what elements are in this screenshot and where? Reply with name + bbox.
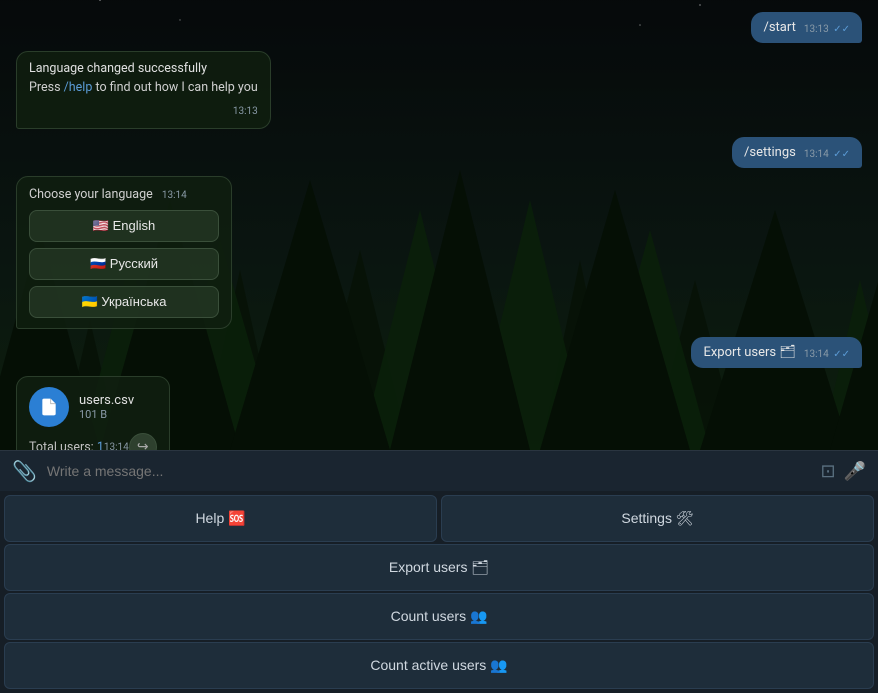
keyboard-area: Help 🆘 Settings 🛠 Export users 🗂 Count u… bbox=[0, 491, 878, 693]
kb-row-1: Help 🆘 Settings 🛠 bbox=[4, 495, 874, 542]
lang-selector-row: Choose your language 13:14 🇺🇸 English 🇷🇺… bbox=[16, 176, 862, 329]
lang-changed-row: Language changed successfully Press /hel… bbox=[16, 51, 862, 129]
file-name: users.csv bbox=[79, 393, 134, 408]
start-text: /start bbox=[763, 20, 795, 35]
export-bubble: Export users 🗂 13:14 ✓✓ bbox=[691, 337, 862, 368]
sticker-icon[interactable]: ⊡ bbox=[820, 461, 835, 482]
lang-changed-time: 13:13 bbox=[233, 106, 258, 117]
lang-selector-time: 13:14 bbox=[162, 190, 187, 201]
input-right-buttons: ⊡ 🎤 bbox=[820, 461, 866, 482]
start-message-row: /start 13:13 ✓✓ bbox=[16, 12, 862, 43]
export-users-button[interactable]: Export users 🗂 bbox=[4, 544, 874, 591]
settings-ticks: ✓✓ bbox=[833, 149, 850, 160]
lang-russian-btn[interactable]: 🇷🇺 Русский bbox=[29, 248, 219, 280]
settings-text: /settings bbox=[744, 145, 796, 160]
export-message-row: Export users 🗂 13:14 ✓✓ bbox=[16, 337, 862, 368]
lang-changed-bubble: Language changed successfully Press /hel… bbox=[16, 51, 271, 129]
settings-bubble: /settings 13:14 ✓✓ bbox=[732, 137, 862, 168]
lang-changed-prefix: Press bbox=[29, 80, 64, 95]
lang-selector: Choose your language 13:14 🇺🇸 English 🇷🇺… bbox=[16, 176, 232, 329]
start-bubble: /start 13:13 ✓✓ bbox=[751, 12, 862, 43]
file-bubble: users.csv 101 B Total users: 1 13:14 ↪ bbox=[16, 376, 170, 450]
file-row: users.csv 101 B bbox=[29, 387, 157, 427]
file-message-row: users.csv 101 B Total users: 1 13:14 ↪ bbox=[16, 376, 862, 450]
count-users-button[interactable]: Count users 👥 bbox=[4, 593, 874, 640]
lang-selector-title: Choose your language 13:14 bbox=[29, 187, 219, 202]
file-bottom: Total users: 1 13:14 ↪ bbox=[29, 433, 157, 450]
lang-changed-line1: Language changed successfully bbox=[29, 60, 258, 79]
input-area: 📎 ⊡ 🎤 bbox=[0, 450, 878, 491]
lang-changed-line2: Press /help to find out how I can help y… bbox=[29, 79, 258, 98]
message-input[interactable] bbox=[47, 463, 811, 479]
export-ticks: ✓✓ bbox=[833, 349, 850, 360]
chat-content: /start 13:13 ✓✓ Language changed success… bbox=[0, 0, 878, 450]
total-users: Total users: 1 bbox=[29, 440, 104, 450]
chat-area: /start 13:13 ✓✓ Language changed success… bbox=[0, 0, 878, 450]
kb-row-2: Export users 🗂 bbox=[4, 544, 874, 591]
count-active-users-button[interactable]: Count active users 👥 bbox=[4, 642, 874, 689]
export-text: Export users 🗂 bbox=[703, 345, 795, 360]
settings-message-row: /settings 13:14 ✓✓ bbox=[16, 137, 862, 168]
file-icon bbox=[29, 387, 69, 427]
settings-time: 13:14 ✓✓ bbox=[804, 149, 850, 160]
file-info: users.csv 101 B bbox=[79, 393, 134, 421]
help-link[interactable]: /help bbox=[64, 80, 93, 95]
file-size: 101 B bbox=[79, 408, 134, 421]
start-ticks: ✓✓ bbox=[833, 24, 850, 35]
export-time: 13:14 ✓✓ bbox=[804, 349, 850, 360]
forward-button[interactable]: ↪ bbox=[129, 433, 157, 450]
file-time: 13:14 bbox=[104, 442, 129, 450]
attach-icon[interactable]: 📎 bbox=[12, 459, 37, 483]
total-count: 1 bbox=[97, 440, 104, 450]
help-button[interactable]: Help 🆘 bbox=[4, 495, 437, 542]
mic-icon[interactable]: 🎤 bbox=[844, 461, 866, 482]
kb-row-3: Count users 👥 bbox=[4, 593, 874, 640]
kb-row-4: Count active users 👥 bbox=[4, 642, 874, 689]
settings-button[interactable]: Settings 🛠 bbox=[441, 495, 874, 542]
lang-ukrainian-btn[interactable]: 🇺🇦 Українська bbox=[29, 286, 219, 318]
start-time: 13:13 ✓✓ bbox=[804, 24, 850, 35]
lang-english-btn[interactable]: 🇺🇸 English bbox=[29, 210, 219, 242]
lang-changed-suffix: to find out how I can help you bbox=[92, 80, 257, 95]
